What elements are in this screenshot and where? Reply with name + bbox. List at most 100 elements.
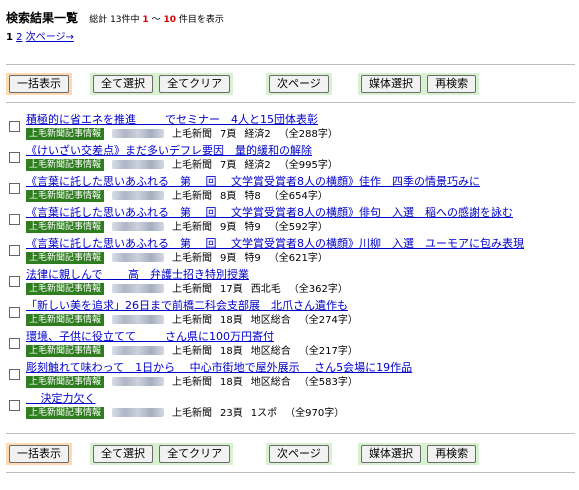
redacted-date <box>112 191 165 200</box>
next-page-button[interactable]: 次ページ <box>269 445 329 463</box>
toolbar-bottom: 一括表示 全て選択 全てクリア 次ページ 媒体選択 再検索 <box>6 443 575 465</box>
results-header: 検索結果一覧 総計 13件中 1 ～ 10 件目を表示 1 2 次ページ→ <box>6 9 571 43</box>
result-checkbox[interactable] <box>9 121 20 132</box>
research-button[interactable]: 再検索 <box>427 445 477 463</box>
clear-all-button[interactable]: 全てクリア <box>159 445 231 463</box>
result-title-link[interactable]: 彫刻触れて味わって 1日から 中心市街地で屋外展示 さん5会場に19作品 <box>26 361 412 374</box>
next-group: 次ページ <box>266 443 332 465</box>
result-chars: （全217字） <box>298 346 358 357</box>
title-line: 検索結果一覧 総計 13件中 1 ～ 10 件目を表示 <box>6 9 571 26</box>
result-source: 上毛新聞 <box>172 315 213 326</box>
result-source: 上毛新聞 <box>172 222 213 233</box>
show-all-button[interactable]: 一括表示 <box>9 445 69 463</box>
result-page: 7頁 <box>220 160 237 171</box>
result-checkbox[interactable] <box>9 245 20 256</box>
select-all-button[interactable]: 全て選択 <box>93 75 153 93</box>
result-page: 9頁 <box>220 253 237 264</box>
result-checkbox[interactable] <box>9 183 20 194</box>
result-chars: （全621字） <box>268 253 328 264</box>
result-checkbox[interactable] <box>9 400 20 411</box>
result-section: 地区総合 <box>250 377 291 388</box>
source-badge: 上毛新聞記事情報 <box>26 314 105 326</box>
result-item: 《言葉に託した思いあふれる 第 回 文学賞受賞者8人の横顔》俳句 入選 稲への感… <box>6 206 575 237</box>
result-title-link[interactable]: 積極的に省エネを推進 でセミナー 4人と15団体表彰 <box>26 113 318 126</box>
result-chars: （全970字） <box>285 408 345 419</box>
result-source: 上毛新聞 <box>172 253 213 264</box>
redacted-date <box>112 253 165 262</box>
pager-page-2-link[interactable]: 2 <box>16 32 22 43</box>
result-title-link[interactable]: 《言葉に託した思いあふれる 第 回 文学賞受賞者8人の横顔》川柳 入選 ユーモア… <box>26 237 524 250</box>
show-all-group: 一括表示 <box>6 443 72 465</box>
result-title-link[interactable]: 《けいざい交差点》まだ多いデフレ要因 量的緩和の解除 <box>26 144 312 157</box>
source-badge: 上毛新聞記事情報 <box>26 376 105 388</box>
redacted-date <box>112 129 165 138</box>
result-title-link[interactable]: 法律に親しんで 高 弁護士招き特別授業 <box>26 268 249 281</box>
result-source: 上毛新聞 <box>172 160 213 171</box>
result-title-link[interactable]: 「新しい美を追求」26日まで前橋二科会支部展 北爪さん遺作も <box>26 299 348 312</box>
result-page: 23頁 <box>220 408 243 419</box>
show-all-button[interactable]: 一括表示 <box>9 75 69 93</box>
result-checkbox[interactable] <box>9 214 20 225</box>
redacted-date <box>112 346 165 355</box>
media-select-button[interactable]: 媒体選択 <box>361 445 421 463</box>
result-checkbox[interactable] <box>9 338 20 349</box>
divider <box>6 472 575 473</box>
result-checkbox[interactable] <box>9 369 20 380</box>
result-item: 積極的に省エネを推進 でセミナー 4人と15団体表彰 上毛新聞記事情報 上毛新聞 7… <box>6 113 575 144</box>
media-group: 媒体選択 再検索 <box>358 443 480 465</box>
result-title-link[interactable]: 《言葉に託した思いあふれる 第 回 文学賞受賞者8人の横顔》俳句 入選 稲への感… <box>26 206 513 219</box>
media-select-button[interactable]: 媒体選択 <box>361 75 421 93</box>
result-page: 18頁 <box>220 377 243 388</box>
result-source: 上毛新聞 <box>172 284 213 295</box>
result-section: 地区総合 <box>250 315 291 326</box>
result-item: 決定力欠く 上毛新聞記事情報 上毛新聞 23頁 1スポ （全970字） <box>6 392 575 423</box>
source-badge: 上毛新聞記事情報 <box>26 283 105 295</box>
divider <box>6 64 575 65</box>
range-end: 10 <box>163 15 176 25</box>
clear-all-button[interactable]: 全てクリア <box>159 75 231 93</box>
result-page: 9頁 <box>220 222 237 233</box>
next-page-button[interactable]: 次ページ <box>269 75 329 93</box>
result-section: 特8 <box>244 191 261 202</box>
result-source: 上毛新聞 <box>172 191 213 202</box>
source-badge: 上毛新聞記事情報 <box>26 407 105 419</box>
result-page: 18頁 <box>220 315 243 326</box>
result-checkbox[interactable] <box>9 307 20 318</box>
result-section: 西北毛 <box>250 284 281 295</box>
redacted-date <box>112 160 165 169</box>
results-list: 積極的に省エネを推進 でセミナー 4人と15団体表彰 上毛新聞記事情報 上毛新聞 7… <box>6 113 575 423</box>
redacted-date <box>112 408 165 417</box>
result-title-link[interactable]: 決定力欠く <box>26 392 95 405</box>
result-item: 《言葉に託した思いあふれる 第 回 文学賞受賞者8人の横顔》川柳 入選 ユーモア… <box>6 237 575 268</box>
result-item: 環境、子供に役立てて さん県に100万円寄付 上毛新聞記事情報 上毛新聞 18頁 地区… <box>6 330 575 361</box>
research-button[interactable]: 再検索 <box>427 75 477 93</box>
result-chars: （全274字） <box>298 315 358 326</box>
summary-suffix: 件目を表示 <box>178 15 224 25</box>
pager-next-link[interactable]: 次ページ→ <box>26 32 74 43</box>
result-page: 18頁 <box>220 346 243 357</box>
source-badge: 上毛新聞記事情報 <box>26 221 105 233</box>
result-chars: （全995字） <box>278 160 338 171</box>
result-page: 17頁 <box>220 284 243 295</box>
result-chars: （全362字） <box>288 284 348 295</box>
result-source: 上毛新聞 <box>172 377 213 388</box>
page-title: 検索結果一覧 <box>6 11 79 25</box>
redacted-date <box>112 222 165 231</box>
select-all-button[interactable]: 全て選択 <box>93 445 153 463</box>
result-title-link[interactable]: 環境、子供に役立てて さん県に100万円寄付 <box>26 330 274 343</box>
summary-prefix: 総計 13件中 <box>89 15 140 25</box>
result-section: 1スポ <box>250 408 278 419</box>
divider <box>6 433 575 434</box>
redacted-date <box>112 284 165 293</box>
source-badge: 上毛新聞記事情報 <box>26 252 105 264</box>
result-checkbox[interactable] <box>9 152 20 163</box>
result-item: 法律に親しんで 高 弁護士招き特別授業 上毛新聞記事情報 上毛新聞 17頁 西北毛 （全… <box>6 268 575 299</box>
divider <box>6 102 575 103</box>
redacted-date <box>112 377 165 386</box>
next-group: 次ページ <box>266 73 332 95</box>
result-title-link[interactable]: 《言葉に託した思いあふれる 第 回 文学賞受賞者8人の横顔》佳作 四季の情景巧み… <box>26 175 480 188</box>
result-chars: （全288字） <box>278 129 338 140</box>
result-checkbox[interactable] <box>9 276 20 287</box>
select-group: 全て選択 全てクリア <box>90 443 234 465</box>
source-badge: 上毛新聞記事情報 <box>26 128 105 140</box>
